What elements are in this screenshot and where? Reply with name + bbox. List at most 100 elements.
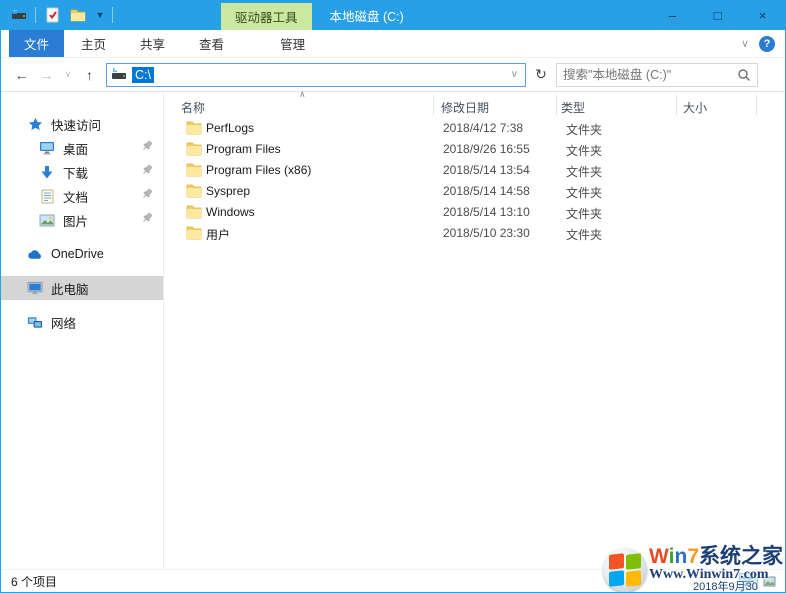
toolbar-separator (112, 7, 113, 23)
folder-icon (186, 204, 202, 219)
thumbnails-view-button[interactable] (760, 573, 779, 590)
column-header-size[interactable]: 大小 (683, 99, 707, 116)
address-dropdown-icon[interactable]: ∨ (506, 69, 523, 80)
column-separator[interactable] (676, 95, 677, 115)
tab-view[interactable]: 查看 (182, 30, 241, 57)
collapse-ribbon-icon[interactable]: ∨ (741, 37, 749, 50)
ribbon-tab-row: 文件 主页 共享 查看 管理 ∨ ? (1, 30, 785, 58)
sidebar-gap (1, 300, 163, 310)
file-name: Windows (206, 205, 255, 219)
star-icon (27, 116, 43, 132)
contextual-tab-drive-tools[interactable]: 驱动器工具 (221, 3, 312, 30)
file-row-program-files[interactable]: Program Files 2018/9/26 16:55 文件夹 (164, 139, 785, 160)
file-date: 2018/5/14 13:10 (443, 205, 530, 219)
column-header-name[interactable]: 名称 (181, 99, 205, 116)
tab-home[interactable]: 主页 (64, 30, 123, 57)
sidebar-item-label: 下载 (63, 163, 88, 182)
sidebar-item-onedrive[interactable]: OneDrive (1, 242, 163, 266)
qat-dropdown-icon[interactable]: ▼ (94, 10, 106, 20)
help-icon[interactable]: ? (759, 36, 775, 52)
sidebar-item-documents[interactable]: 文档 (1, 184, 163, 208)
file-name: Sysprep (206, 184, 250, 198)
file-row-program-files-x86[interactable]: Program Files (x86) 2018/5/14 13:54 文件夹 (164, 160, 785, 181)
window-title: 本地磁盘 (C:) (330, 6, 404, 25)
recent-locations-dropdown-icon[interactable]: ∨ (59, 63, 77, 87)
tab-share[interactable]: 共享 (123, 30, 182, 57)
tab-file[interactable]: 文件 (9, 30, 64, 57)
file-type: 文件夹 (566, 184, 602, 201)
column-header-type[interactable]: 类型 (561, 99, 585, 116)
back-button[interactable]: ← (9, 63, 34, 87)
sidebar-item-label: OneDrive (51, 247, 104, 261)
address-drive-icon (111, 68, 127, 82)
column-header-date[interactable]: 修改日期 (441, 99, 489, 116)
file-row-windows[interactable]: Windows 2018/5/14 13:10 文件夹 (164, 202, 785, 223)
column-separator[interactable] (433, 95, 434, 115)
status-bar: 6 个项目 (1, 569, 785, 592)
desktop-icon (39, 140, 55, 156)
onedrive-cloud-icon (27, 246, 43, 262)
content-area: 快速访问 桌面 下载 文档 (1, 92, 785, 569)
sidebar-item-label: 快速访问 (51, 115, 101, 134)
explorer-window: ▼ 驱动器工具 本地磁盘 (C:) – □ × 文件 主页 共享 查看 管理 ∨… (0, 0, 786, 593)
file-type: 文件夹 (566, 226, 602, 243)
download-icon (39, 164, 55, 180)
column-separator[interactable] (756, 95, 757, 115)
maximize-button[interactable]: □ (695, 0, 740, 30)
folder-icon (186, 120, 202, 135)
search-icon[interactable] (737, 68, 751, 82)
sidebar-item-desktop[interactable]: 桌面 (1, 136, 163, 160)
navigation-pane: 快速访问 桌面 下载 文档 (1, 92, 164, 569)
properties-icon[interactable] (42, 5, 62, 25)
sidebar-item-label: 文档 (63, 187, 88, 206)
up-button[interactable]: ↑ (77, 63, 102, 87)
sidebar-item-label: 桌面 (63, 139, 88, 158)
file-date: 2018/5/10 23:30 (443, 226, 530, 240)
file-date: 2018/5/14 13:54 (443, 163, 530, 177)
file-name: Program Files (x86) (206, 163, 311, 177)
file-type: 文件夹 (566, 142, 602, 159)
search-box[interactable] (556, 63, 758, 87)
sidebar-item-label: 此电脑 (51, 279, 89, 298)
minimize-button[interactable]: – (650, 0, 695, 30)
refresh-icon[interactable]: ↻ (529, 63, 553, 87)
sidebar-item-this-pc[interactable]: 此电脑 (1, 276, 163, 300)
sidebar-item-label: 网络 (51, 313, 76, 332)
folder-icon (186, 141, 202, 156)
sidebar-item-label: 图片 (63, 211, 88, 230)
file-type: 文件夹 (566, 205, 602, 222)
drive-icon[interactable] (9, 5, 29, 25)
file-row-users[interactable]: 用户 2018/5/10 23:30 文件夹 (164, 223, 785, 244)
sidebar-item-network[interactable]: 网络 (1, 310, 163, 334)
address-bar-input[interactable]: C:\ ∨ (106, 63, 526, 87)
column-separator[interactable] (556, 95, 557, 115)
new-folder-icon[interactable] (68, 5, 88, 25)
details-view-button[interactable] (739, 573, 758, 590)
network-icon (27, 314, 43, 330)
file-name: Program Files (206, 142, 281, 156)
sidebar-gap (1, 232, 163, 242)
forward-button[interactable]: → (34, 63, 59, 87)
this-pc-icon (27, 280, 43, 296)
pin-icon (141, 164, 153, 176)
sidebar-item-downloads[interactable]: 下载 (1, 160, 163, 184)
sidebar-item-pictures[interactable]: 图片 (1, 208, 163, 232)
column-headers: ∧ 名称 修改日期 类型 大小 (164, 92, 785, 118)
tab-manage[interactable]: 管理 (263, 30, 322, 57)
file-date: 2018/9/26 16:55 (443, 142, 530, 156)
file-date: 2018/5/14 14:58 (443, 184, 530, 198)
file-type: 文件夹 (566, 121, 602, 138)
title-bar: ▼ 驱动器工具 本地磁盘 (C:) – □ × (1, 0, 785, 30)
search-input[interactable] (563, 68, 737, 82)
quick-access-toolbar: ▼ (1, 5, 113, 25)
file-row-perflogs[interactable]: PerfLogs 2018/4/12 7:38 文件夹 (164, 118, 785, 139)
address-row: ← → ∨ ↑ C:\ ∨ ↻ (1, 58, 785, 92)
pin-icon (141, 140, 153, 152)
folder-icon (186, 225, 202, 240)
file-row-sysprep[interactable]: Sysprep 2018/5/14 14:58 文件夹 (164, 181, 785, 202)
sidebar-gap (1, 266, 163, 276)
sidebar-item-quick-access[interactable]: 快速访问 (1, 112, 163, 136)
file-list-pane: ∧ 名称 修改日期 类型 大小 PerfLogs 2018/4/12 7:38 … (164, 92, 785, 569)
close-button[interactable]: × (740, 0, 785, 30)
file-name: 用户 (206, 226, 230, 243)
